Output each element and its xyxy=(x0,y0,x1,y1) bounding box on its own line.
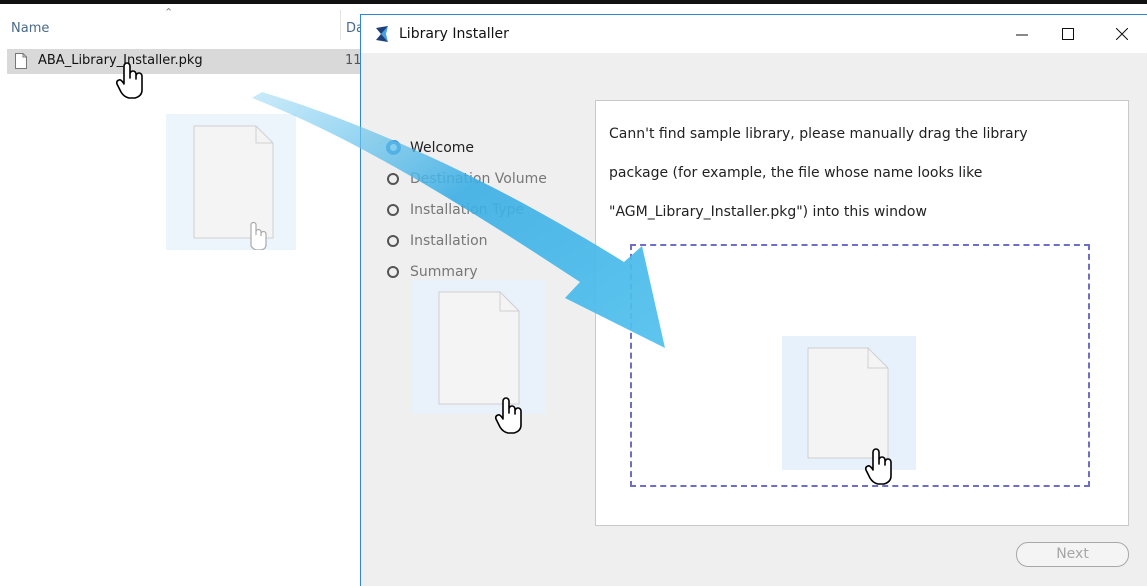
explorer-column-header: Name ⌃ Da xyxy=(0,4,364,42)
close-icon xyxy=(1116,28,1128,40)
installer-window: Library Installer Welcome Destination Vo… xyxy=(360,14,1147,586)
content-panel: Cann't find sample library, please manua… xyxy=(595,100,1129,526)
step-installation: Installation xyxy=(387,225,547,256)
file-row[interactable]: ABA_Library_Installer.pkg 11 xyxy=(7,49,362,74)
minimize-button[interactable] xyxy=(999,15,1045,53)
step-label: Destination Volume xyxy=(410,170,547,187)
drop-zone[interactable] xyxy=(630,244,1090,487)
close-button[interactable] xyxy=(1099,15,1145,53)
maximize-icon xyxy=(1062,28,1074,40)
step-installation-type: Installation Type xyxy=(387,194,547,225)
drag-ghost-file-icon xyxy=(412,280,546,418)
file-icon xyxy=(15,53,27,73)
instruction-line: "AGM_Library_Installer.pkg") into this w… xyxy=(609,204,927,220)
next-button[interactable]: Next xyxy=(1016,542,1129,567)
title-bar[interactable]: Library Installer xyxy=(361,15,1147,53)
instruction-line: package (for example, the file whose nam… xyxy=(609,165,983,181)
step-label: Welcome xyxy=(410,139,475,156)
maximize-button[interactable] xyxy=(1045,15,1091,53)
window-title: Library Installer xyxy=(399,26,509,42)
instruction-line: Cann't find sample library, please manua… xyxy=(609,126,1028,142)
column-divider[interactable] xyxy=(340,10,341,40)
step-label: Installation Type xyxy=(410,201,525,218)
app-logo-icon xyxy=(376,26,388,42)
sort-chevron-icon: ⌃ xyxy=(164,6,174,19)
hand-cursor-icon xyxy=(115,62,143,99)
step-label: Installation xyxy=(410,232,488,249)
hand-cursor-icon xyxy=(494,397,522,434)
drag-ghost-file-icon xyxy=(166,114,296,254)
name-column-header[interactable]: Name xyxy=(11,21,49,36)
step-radio-active-icon xyxy=(386,140,401,155)
minimize-icon xyxy=(1016,34,1028,36)
step-destination-volume: Destination Volume xyxy=(387,163,547,194)
step-radio-icon xyxy=(387,234,399,247)
step-welcome: Welcome xyxy=(386,132,547,163)
step-radio-icon xyxy=(387,203,399,216)
hand-cursor-icon xyxy=(864,448,892,485)
installer-steps: Welcome Destination Volume Installation … xyxy=(386,132,547,287)
step-label: Summary xyxy=(410,263,478,280)
drag-ghost-file-icon xyxy=(782,336,916,474)
step-radio-icon xyxy=(387,172,399,185)
step-radio-icon xyxy=(387,265,399,278)
